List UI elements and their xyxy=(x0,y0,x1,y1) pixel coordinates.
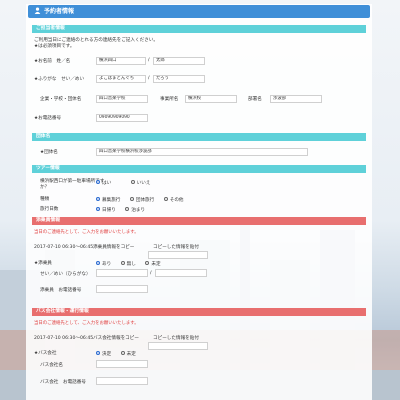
bus-paste-select[interactable] xyxy=(148,342,208,350)
section-bus: バス会社情報・運行情報 xyxy=(32,308,366,316)
section-tour: ツアー情報 xyxy=(32,165,366,173)
section-guide: 添乗員情報 xyxy=(32,217,366,225)
dept-label: 事業所名 xyxy=(160,97,179,102)
type-group-option[interactable]: 団体旅行 xyxy=(129,197,154,203)
last-name-input[interactable]: 横浜四口 xyxy=(96,57,146,65)
section-booker: ご担当者情報 xyxy=(32,25,366,33)
bus-decided-option[interactable]: 決定 xyxy=(96,351,111,357)
trip-radio-group[interactable]: 日帰り 泊まり xyxy=(96,207,153,214)
radio-checked-icon[interactable] xyxy=(96,180,100,184)
guide-kana-first-input[interactable] xyxy=(155,269,207,277)
radio-icon[interactable] xyxy=(129,197,134,201)
bus-company-label: ★バス会社 xyxy=(34,351,57,356)
bus-phone-input[interactable] xyxy=(96,377,148,385)
guide-phone-label: 添乗員 お電話番号 xyxy=(40,288,82,293)
section-group: 団体名 xyxy=(32,133,366,141)
trip-stay-option[interactable]: 泊まり xyxy=(125,207,145,213)
guide-present-label: ★添乗員 xyxy=(34,261,52,266)
kana-last-input[interactable]: よこはまどんぐち xyxy=(96,75,146,83)
radio-icon[interactable] xyxy=(163,197,168,201)
separator: / xyxy=(150,271,152,276)
trip-day-option[interactable]: 日帰り xyxy=(96,207,116,213)
guide-notice: 当日のご連絡先として、ご入力をお願いいたします。 xyxy=(34,230,139,235)
org-label: 企業・学校・団体名 xyxy=(40,97,82,102)
first-name-input[interactable]: 太郎 xyxy=(153,57,205,65)
type-recruit-option[interactable]: 募集旅行 xyxy=(96,197,120,203)
page-title: 予約者情報 xyxy=(44,8,75,15)
bus-phone-label: バス会社 お電話番号 xyxy=(40,380,86,385)
pickup-no-option[interactable]: いいえ xyxy=(130,180,150,186)
bus-company-radio-group[interactable]: 決定 未定 xyxy=(96,351,144,358)
kana-label: ★ふりがな せい／めい xyxy=(34,77,85,82)
phone-input[interactable]: 09090909090 xyxy=(96,114,148,122)
group-name-input[interactable]: 四口音楽学校横浜校渉波部 xyxy=(96,148,308,156)
guide-no-option[interactable]: 無し xyxy=(120,261,136,267)
phone-label: ★お電話番号 xyxy=(34,116,62,121)
radio-icon[interactable] xyxy=(120,261,125,265)
guide-paste-select[interactable] xyxy=(148,251,208,259)
div-label: 部署名 xyxy=(248,97,262,102)
guide-history-date: 2017-07-10 06:30〜06:45 xyxy=(34,245,94,250)
bus-notice: 当日のご連絡先として、ご入力をお願いいたします。 xyxy=(34,321,139,326)
radio-icon[interactable] xyxy=(120,351,125,355)
type-other-option[interactable]: その他 xyxy=(163,197,184,203)
trip-label: 旅行日数 xyxy=(40,207,59,212)
radio-icon[interactable] xyxy=(145,261,150,265)
pickup-yes-option[interactable]: はい xyxy=(96,180,111,186)
guide-kana-label: せい／めい（ひらがな） xyxy=(40,272,91,277)
separator: / xyxy=(148,76,150,81)
org-input[interactable]: 四口音楽学校 xyxy=(96,95,148,103)
dept-input[interactable]: 横浜校 xyxy=(185,95,237,103)
pickup-radio-group[interactable]: はい いいえ xyxy=(96,180,158,187)
radio-icon[interactable] xyxy=(125,207,130,211)
pickup-label-2: か？ xyxy=(40,185,50,190)
guide-phone-input[interactable] xyxy=(96,285,148,293)
bus-name-input[interactable] xyxy=(96,360,148,368)
guide-copy-info[interactable]: 添乗員情報をコピー xyxy=(93,245,134,251)
pickup-label-1: 横浜駅西口が第一駐車場所です xyxy=(40,179,105,184)
booker-notice-2: ★は必須項目です。 xyxy=(34,44,75,49)
radio-checked-icon[interactable] xyxy=(96,197,100,201)
group-label: ★団体名 xyxy=(40,150,58,155)
radio-icon[interactable] xyxy=(130,180,135,184)
bus-copy-info[interactable]: バス会社情報をコピー xyxy=(93,336,139,342)
bus-undecided-option[interactable]: 未定 xyxy=(120,351,136,357)
guide-kana-last-input[interactable] xyxy=(96,269,148,277)
bus-name-label: バス会社名 xyxy=(40,363,63,368)
name-label: ★お名前 姓／名 xyxy=(34,59,71,64)
radio-checked-icon[interactable] xyxy=(96,207,100,211)
radio-checked-icon[interactable] xyxy=(96,261,100,265)
user-icon xyxy=(34,7,41,14)
type-label: 種類 xyxy=(40,197,50,202)
header-bar: 予約者情報 xyxy=(28,5,370,18)
guide-yes-option[interactable]: あり xyxy=(96,261,111,267)
bus-history-date: 2017-07-10 06:30〜06:45 xyxy=(34,336,94,341)
div-input[interactable]: 渉波部 xyxy=(270,95,322,103)
kana-first-input[interactable]: たろう xyxy=(153,75,205,83)
guide-present-radio-group[interactable]: あり 無し 未定 xyxy=(96,261,169,268)
type-radio-group[interactable]: 募集旅行 団体旅行 その他 xyxy=(96,197,192,204)
guide-undecided-option[interactable]: 未定 xyxy=(145,261,161,267)
separator: / xyxy=(148,58,150,63)
radio-checked-icon[interactable] xyxy=(96,351,100,355)
